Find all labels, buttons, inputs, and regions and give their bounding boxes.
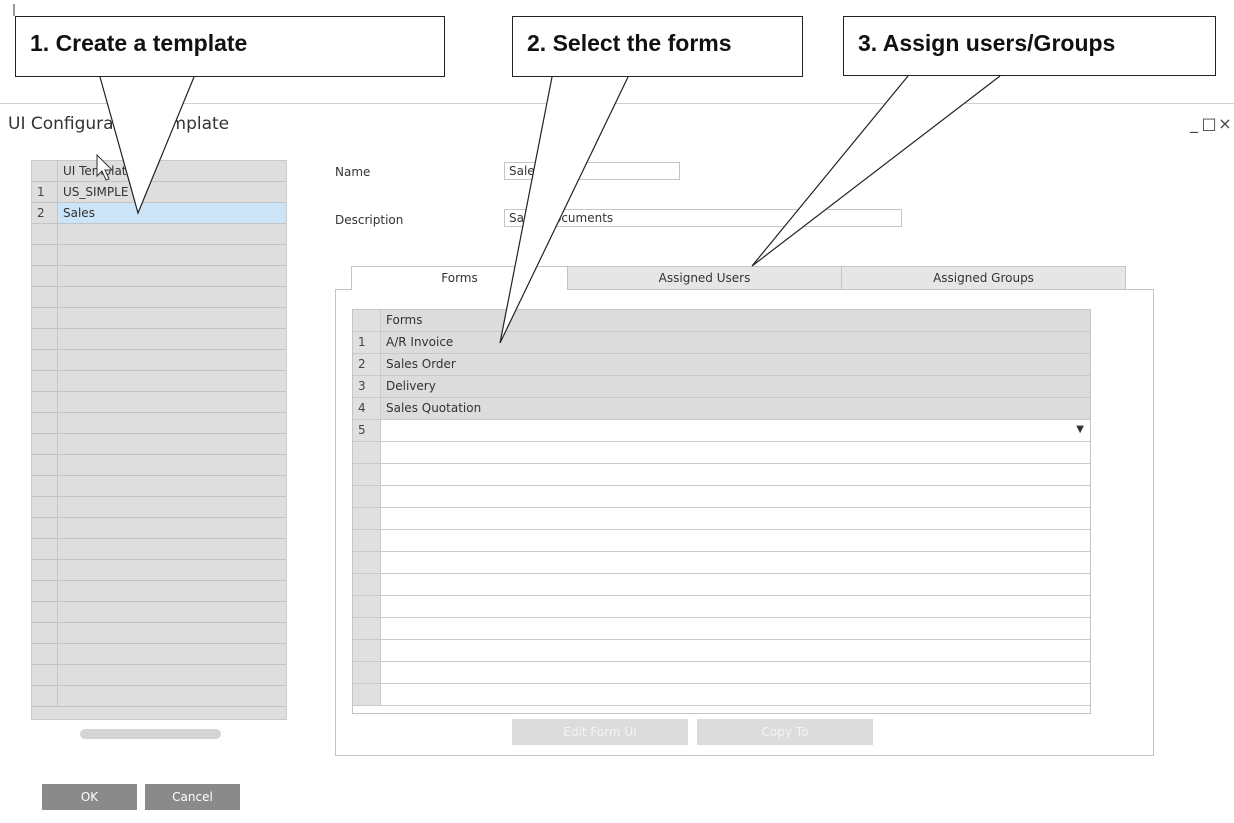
- mouse-pointer-icon: [96, 153, 114, 181]
- callout-assign-users-groups: 3. Assign users/Groups: [843, 16, 1216, 76]
- callout-create-template: 1. Create a template: [15, 16, 445, 77]
- callout-2-pointer: [499, 76, 629, 344]
- callout-select-forms: 2. Select the forms: [512, 16, 803, 77]
- callout-3-pointer: [751, 75, 1001, 267]
- callout-1-pointer: [99, 76, 195, 215]
- callout-pointers: [13, 4, 1001, 344]
